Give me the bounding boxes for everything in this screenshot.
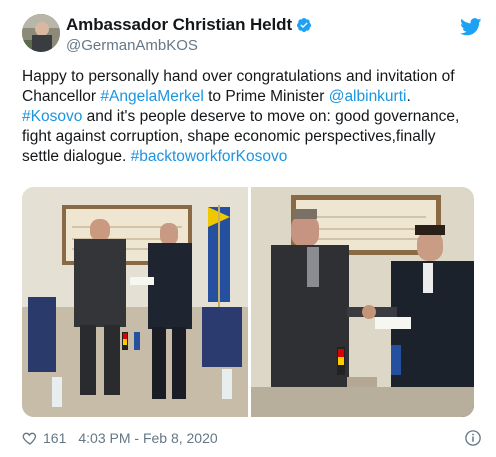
hashtag-angelamerkel-link[interactable]: #AngelaMerkel [100,88,203,105]
tweet-line-3: #Kosovo and it's people deserve to move … [22,107,482,127]
tweet-text-segment: to Prime Minister [203,88,329,105]
tweet-line-2: Chancellor #AngelaMerkel to Prime Minist… [22,87,482,107]
info-icon[interactable] [464,429,482,447]
tweet-text-segment: Chancellor [22,88,101,105]
twitter-bird-icon[interactable] [460,18,482,36]
name-row: Ambassador Christian Heldt [66,15,312,35]
mention-albinkurti-link[interactable]: @albinkurti [329,88,407,105]
verified-badge-icon [297,18,312,32]
tweet-text-segment: . [406,88,411,105]
tweet-header: Ambassador Christian Heldt @GermanAmbKOS [22,14,482,58]
handover-photo-left[interactable] [22,187,248,417]
author-handle[interactable]: @GermanAmbKOS [66,37,312,54]
tweet-card: Ambassador Christian Heldt @GermanAmbKOS… [0,0,496,457]
handshake-photo-right[interactable] [251,187,474,417]
like-count[interactable]: 161 [43,430,66,446]
tweet-line-5: settle dialogue. #backtoworkforKosovo [22,147,482,167]
tweet-footer: 161 4:03 PM - Feb 8, 2020 [22,428,482,448]
tweet-line-4: fight against corruption, shape economic… [22,128,436,145]
author-block: Ambassador Christian Heldt @GermanAmbKOS [66,15,312,54]
tweet-text-segment: and it's people deserve to move on: good… [82,108,460,125]
hashtag-backtoworkforkosovo-link[interactable]: #backtoworkforKosovo [131,148,288,165]
tweet-text: Happy to personally hand over congratula… [22,67,482,167]
hashtag-kosovo-link[interactable]: #Kosovo [22,108,82,125]
author-name[interactable]: Ambassador Christian Heldt [66,15,292,35]
tweet-line-1: Happy to personally hand over congratula… [22,68,455,85]
avatar[interactable] [22,14,60,52]
tweet-timestamp[interactable]: 4:03 PM - Feb 8, 2020 [78,430,217,446]
tweet-text-segment: settle dialogue. [22,148,131,165]
media-grid [22,187,474,417]
heart-icon[interactable] [22,430,38,446]
